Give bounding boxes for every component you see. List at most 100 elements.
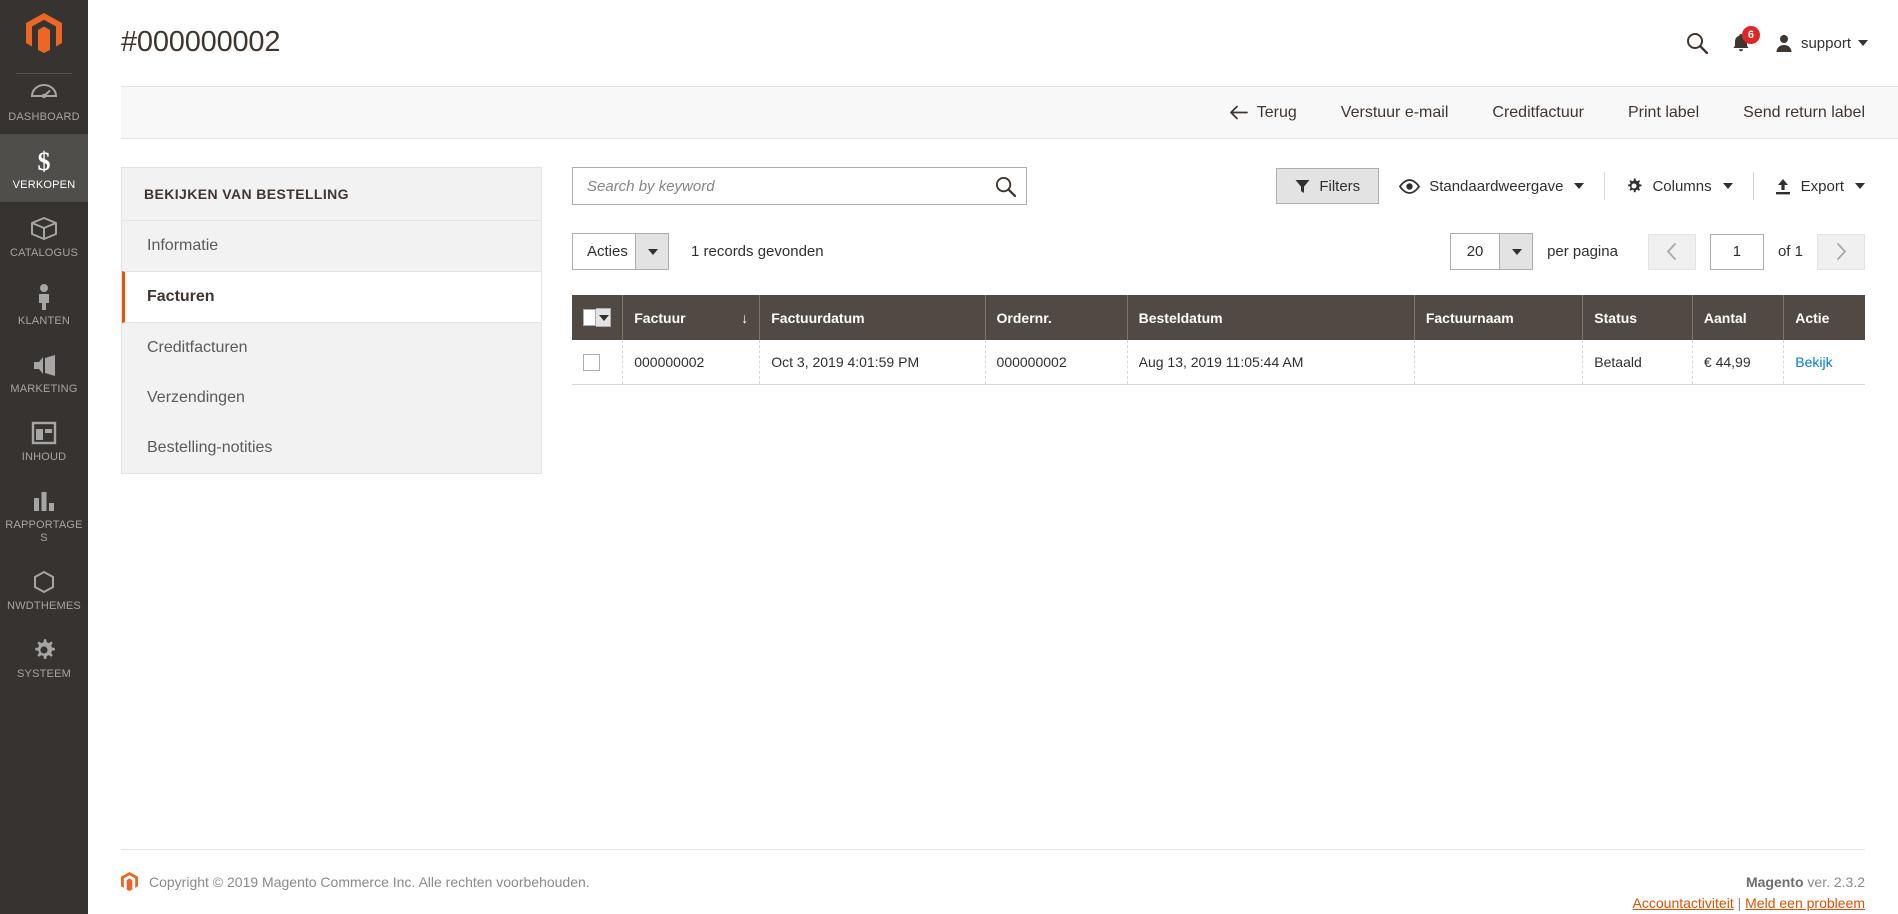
send-return-label-button[interactable]: Send return label <box>1721 87 1865 138</box>
column-header-besteldatum[interactable]: Besteldatum <box>1127 295 1414 340</box>
account-activity-link[interactable]: Accountactiviteit <box>1633 895 1734 911</box>
column-header-status[interactable]: Status <box>1583 295 1693 340</box>
cell-besteldatum: Aug 13, 2019 11:05:44 AM <box>1127 340 1414 384</box>
order-tab-creditfacturen[interactable]: Creditfacturen <box>122 323 541 373</box>
columns-dropdown-label: Columns <box>1652 178 1711 195</box>
sidebar-item-systeem[interactable]: SYSTEEM <box>0 623 88 691</box>
sidebar-item-verkopen[interactable]: $ VERKOPEN <box>0 134 88 202</box>
footer-brand: Magento <box>1746 874 1804 890</box>
footer-link-separator: | <box>1738 895 1742 911</box>
content-wrapper: BEKIJKEN VAN BESTELLING Informatie Factu… <box>88 139 1898 821</box>
user-avatar-icon <box>1774 33 1794 53</box>
credit-memo-button-label: Creditfactuur <box>1492 104 1584 122</box>
view-bookmarks-label: Standaardweergave <box>1429 178 1563 195</box>
cell-aantal: € 44,99 <box>1692 340 1783 384</box>
sidebar-item-label: KLANTEN <box>2 315 86 328</box>
previous-page-button[interactable] <box>1648 234 1696 270</box>
records-found-label: 1 records gevonden <box>691 243 824 260</box>
sidebar-item-nwdthemes[interactable]: NWDTHEMES <box>0 555 88 623</box>
magento-logo-icon <box>121 872 138 891</box>
sidebar-item-dashboard[interactable]: DASHBOARD <box>0 66 88 134</box>
sidebar-item-label: VERKOPEN <box>2 179 86 192</box>
chevron-down-icon[interactable] <box>1499 234 1532 269</box>
row-checkbox[interactable] <box>583 354 600 371</box>
next-page-button[interactable] <box>1817 234 1865 270</box>
order-view-panel: BEKIJKEN VAN BESTELLING Informatie Factu… <box>121 167 542 474</box>
chevron-down-icon <box>1858 40 1868 46</box>
column-header-factuur[interactable]: Factuur ↓ <box>623 295 760 340</box>
column-header-label: Factuurdatum <box>771 310 864 326</box>
chevron-down-icon <box>1855 183 1865 189</box>
chevron-down-icon[interactable] <box>596 308 611 327</box>
view-invoice-link[interactable]: Bekijk <box>1795 354 1832 370</box>
per-page-label: per pagina <box>1547 243 1618 260</box>
global-search-button[interactable] <box>1686 32 1708 54</box>
user-menu-label: support <box>1801 35 1851 52</box>
search-input[interactable] <box>587 178 995 195</box>
search-box[interactable] <box>572 167 1027 205</box>
columns-dropdown[interactable]: Columns <box>1605 168 1752 204</box>
magento-logo[interactable] <box>0 0 88 66</box>
megaphone-icon <box>2 350 86 380</box>
sidebar-item-rapportages[interactable]: RAPPORTAGES <box>0 474 88 555</box>
column-header-label: Ordernr. <box>997 310 1052 326</box>
column-header-label: Actie <box>1795 310 1829 326</box>
footer-copyright-text: Copyright © 2019 Magento Commerce Inc. A… <box>149 874 590 890</box>
notifications-button[interactable]: 6 <box>1730 32 1752 54</box>
column-header-ordernr[interactable]: Ordernr. <box>985 295 1127 340</box>
column-header-actie: Actie <box>1784 295 1865 340</box>
select-all-header <box>572 295 623 340</box>
order-tab-label: Facturen <box>147 288 215 305</box>
table-header-row: Factuur ↓ Factuurdatum Ordernr. Bestelda… <box>572 295 1865 340</box>
dashboard-icon <box>2 78 86 108</box>
column-header-label: Besteldatum <box>1139 310 1223 326</box>
order-tab-informatie[interactable]: Informatie <box>122 221 541 271</box>
box-icon <box>2 214 86 244</box>
order-tab-verzendingen[interactable]: Verzendingen <box>122 373 541 423</box>
notifications-count-badge: 6 <box>1742 26 1760 44</box>
gear-icon <box>2 635 86 665</box>
chevron-down-icon[interactable] <box>635 234 668 269</box>
upload-icon <box>1774 178 1792 195</box>
page-header: #000000002 6 support <box>88 0 1898 86</box>
page-number-input[interactable] <box>1710 234 1764 270</box>
column-header-factuurnaam[interactable]: Factuurnaam <box>1414 295 1582 340</box>
select-all-checkbox[interactable] <box>583 309 596 326</box>
svg-text:$: $ <box>38 147 51 175</box>
back-button[interactable]: Terug <box>1207 87 1319 138</box>
main-sidebar: DASHBOARD $ VERKOPEN CATALOGUS KLANTEN M… <box>0 0 88 914</box>
filters-button[interactable]: Filters <box>1276 168 1379 204</box>
chevron-down-icon <box>1723 183 1733 189</box>
table-row[interactable]: 000000002 Oct 3, 2019 4:01:59 PM 0000000… <box>572 340 1865 384</box>
per-page-select[interactable]: 20 <box>1450 233 1533 270</box>
sidebar-item-inhoud[interactable]: INHOUD <box>0 406 88 474</box>
column-header-aantal[interactable]: Aantal <box>1692 295 1783 340</box>
user-menu[interactable]: support <box>1774 33 1868 53</box>
header-tools: 6 support <box>1686 26 1868 54</box>
hexagon-icon <box>2 567 86 597</box>
sidebar-item-label: RAPPORTAGES <box>2 519 86 545</box>
sidebar-item-catalogus[interactable]: CATALOGUS <box>0 202 88 270</box>
mass-actions-select[interactable]: Acties <box>572 233 669 270</box>
invoices-grid: Filters Standaardweergave Columns <box>572 167 1865 385</box>
cell-factuurnaam <box>1414 340 1582 384</box>
sidebar-item-klanten[interactable]: KLANTEN <box>0 270 88 338</box>
print-label-button[interactable]: Print label <box>1606 87 1721 138</box>
credit-memo-button[interactable]: Creditfactuur <box>1470 87 1606 138</box>
print-label-button-label: Print label <box>1628 104 1699 122</box>
column-header-factuurdatum[interactable]: Factuurdatum <box>760 295 985 340</box>
search-icon <box>1686 32 1708 54</box>
bar-chart-icon <box>2 486 86 516</box>
send-email-button[interactable]: Verstuur e-mail <box>1319 87 1471 138</box>
export-dropdown[interactable]: Export <box>1754 168 1865 204</box>
order-tab-facturen[interactable]: Facturen <box>122 271 541 323</box>
sidebar-item-marketing[interactable]: MARKETING <box>0 338 88 406</box>
grid-toolbar-top: Filters Standaardweergave Columns <box>572 167 1865 205</box>
order-tab-label: Verzendingen <box>147 389 245 406</box>
search-icon[interactable] <box>995 176 1016 197</box>
column-header-label: Status <box>1594 310 1637 326</box>
order-tab-bestelling-notities[interactable]: Bestelling-notities <box>122 423 541 473</box>
view-bookmarks-dropdown[interactable]: Standaardweergave <box>1379 168 1604 204</box>
report-issue-link[interactable]: Meld een probleem <box>1745 895 1865 911</box>
sort-arrow-icon: ↓ <box>741 310 748 326</box>
